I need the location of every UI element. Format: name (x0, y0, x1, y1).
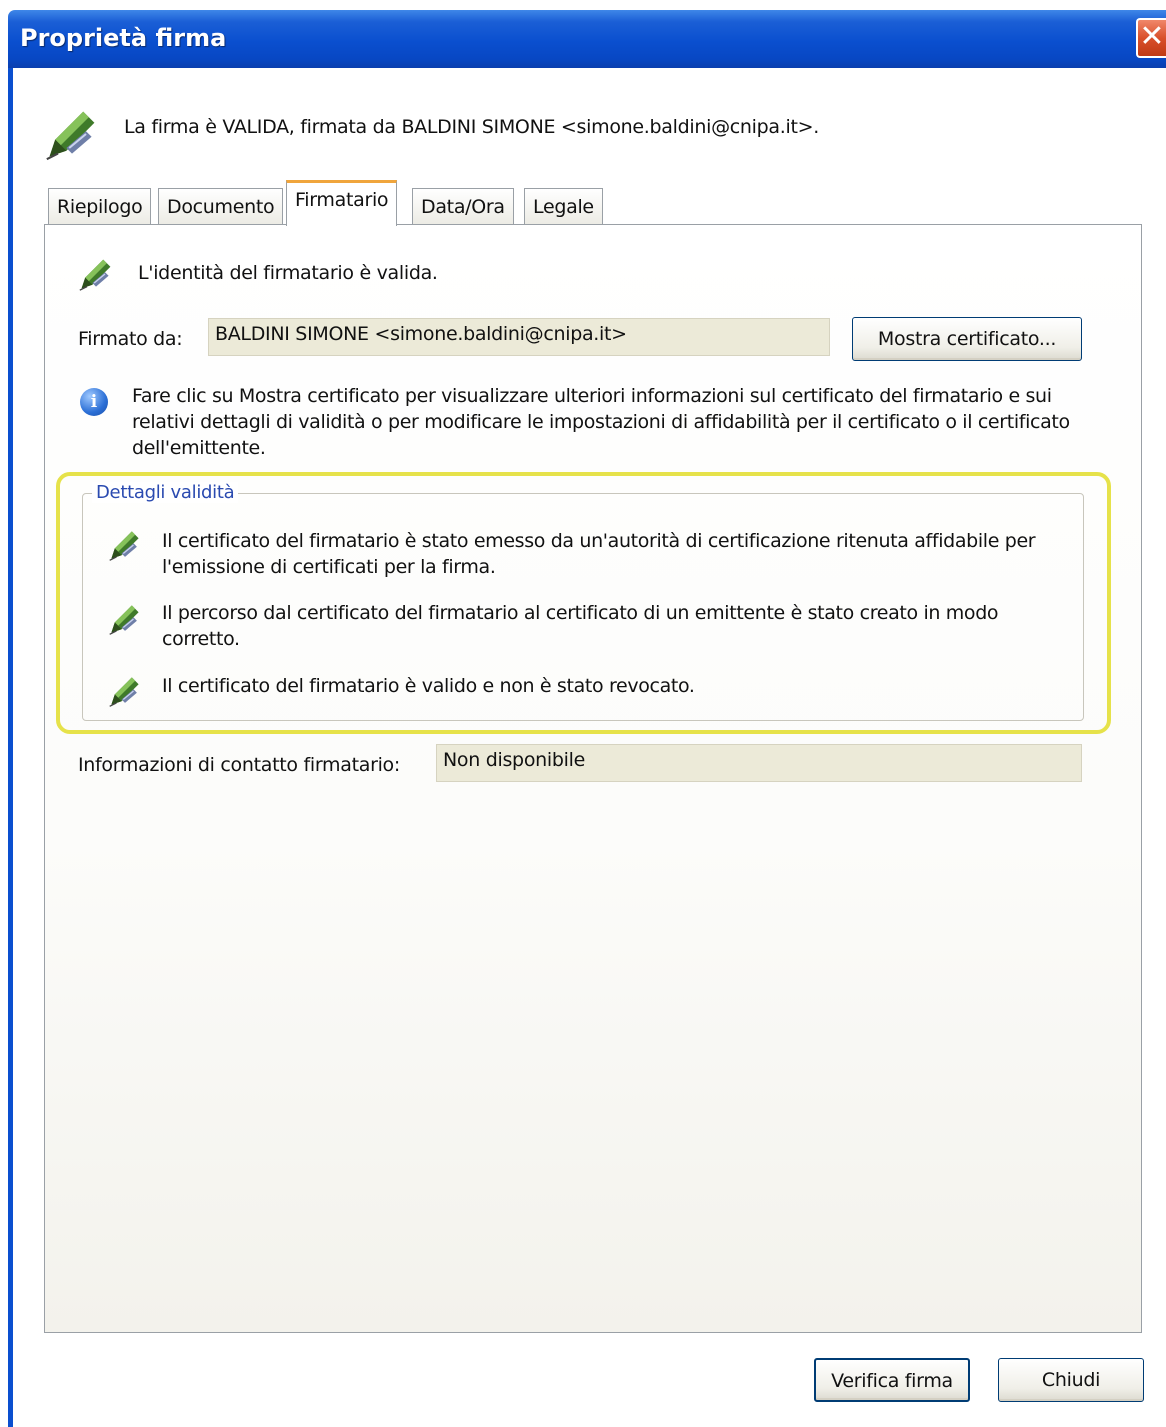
window-frame-left (8, 68, 13, 1427)
signed-by-label: Firmato da: (78, 328, 183, 350)
signature-status-message: La firma è VALIDA, firmata da BALDINI SI… (124, 116, 819, 138)
signed-by-field[interactable]: BALDINI SIMONE <simone.baldini@cnipa.it> (208, 318, 830, 356)
contact-info-field[interactable]: Non disponibile (436, 744, 1082, 782)
close-icon[interactable]: ✕ (1136, 18, 1166, 58)
signature-properties-dialog: Proprietà firma ✕ La firma è VALIDA, fir… (0, 0, 1166, 1427)
tab-riepilogo[interactable]: Riepilogo (48, 188, 152, 225)
contact-info-label: Informazioni di contatto firmatario: (78, 754, 400, 776)
tab-legale[interactable]: Legale (524, 188, 603, 225)
info-icon: i (80, 388, 108, 416)
window-title: Proprietà firma (20, 24, 227, 52)
title-bar[interactable]: Proprietà firma ✕ (8, 10, 1166, 68)
close-button[interactable]: Chiudi (998, 1358, 1144, 1402)
tab-firmatario[interactable]: Firmatario (286, 180, 398, 226)
verify-signature-button[interactable]: Verifica firma (814, 1358, 970, 1402)
tab-documento[interactable]: Documento (158, 188, 284, 225)
signature-valid-icon (44, 106, 100, 162)
identity-status: L'identità del firmatario è valida. (138, 262, 438, 284)
tab-data-ora[interactable]: Data/Ora (412, 188, 514, 225)
identity-valid-icon (78, 256, 114, 292)
validity-highlight-outline (56, 472, 1111, 734)
certificate-info-text: Fare clic su Mostra certificato per visu… (132, 385, 1070, 459)
show-certificate-button[interactable]: Mostra certificato... (852, 317, 1082, 361)
